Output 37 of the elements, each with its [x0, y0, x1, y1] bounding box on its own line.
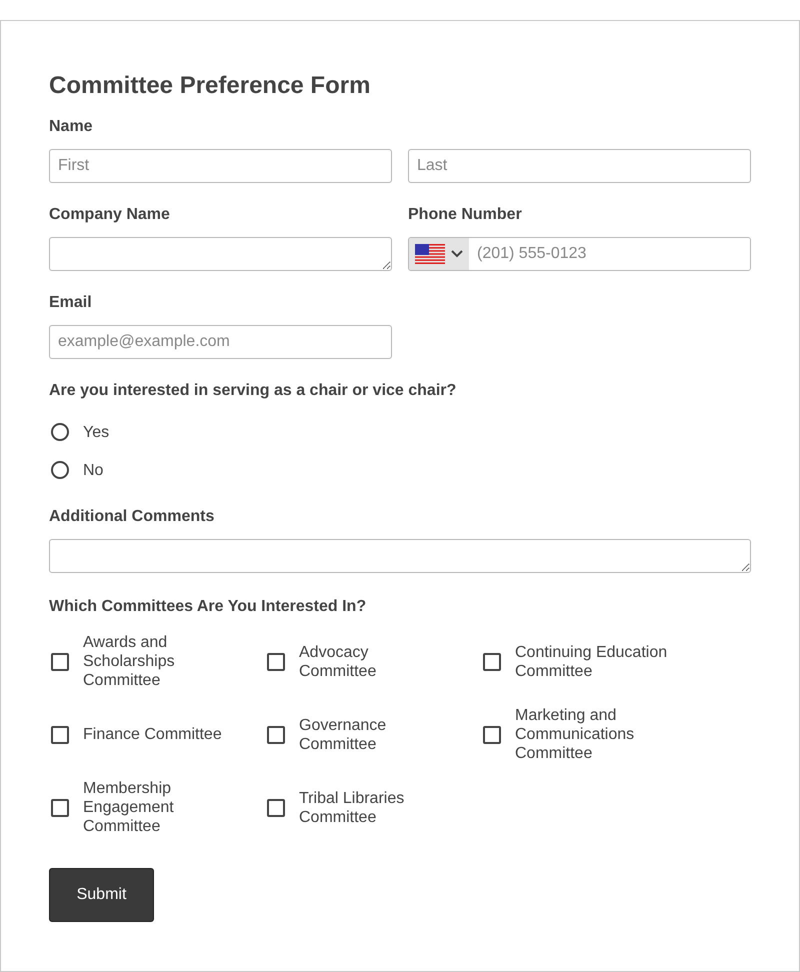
- field-label: Company Name: [49, 205, 171, 225]
- checkbox[interactable]: [483, 652, 501, 670]
- field-label: Name: [49, 117, 94, 137]
- checkbox-label: Awards and Scholarships Committee: [83, 633, 176, 690]
- field-label: Email: [49, 293, 93, 313]
- first-name-field[interactable]: First: [49, 149, 392, 183]
- checkbox-label: Continuing Education Committee: [515, 642, 668, 680]
- checkbox-label: Membership Engagement Committee: [83, 779, 175, 836]
- checkbox[interactable]: [51, 798, 69, 816]
- company-field[interactable]: [49, 237, 392, 271]
- phone-field[interactable]: (201) 555-0123: [408, 237, 751, 271]
- checkbox-label: Advocacy Committee: [299, 642, 378, 680]
- checkbox[interactable]: [51, 652, 69, 670]
- email-field[interactable]: example@example.com: [49, 325, 392, 359]
- chevron-down-icon[interactable]: [451, 250, 463, 258]
- checkbox-label: Tribal Libraries Committee: [299, 788, 406, 826]
- checkbox[interactable]: [267, 652, 285, 670]
- last-name-field[interactable]: Last: [408, 149, 751, 183]
- checkbox-label: Governance Committee: [299, 716, 388, 754]
- question-label: Are you interested in serving as a chair or vice chair?: [49, 381, 458, 401]
- checkbox[interactable]: [51, 726, 69, 744]
- checkbox[interactable]: [483, 726, 501, 744]
- form-title: Committee Preference Form: [49, 71, 372, 101]
- radio-label: No: [83, 460, 104, 480]
- checkbox[interactable]: [267, 798, 285, 816]
- submit-button[interactable]: Submit: [49, 868, 154, 922]
- comments-field[interactable]: [49, 539, 751, 573]
- radio-label: Yes: [83, 422, 110, 442]
- question-label: Which Committees Are You Interested In?: [49, 597, 368, 617]
- checkbox-label: Finance Committee: [83, 725, 222, 744]
- radio-button[interactable]: [51, 423, 69, 441]
- flag-icon[interactable]: [415, 244, 445, 264]
- checkbox-label: Marketing and Communications Committee: [515, 706, 636, 763]
- field-label: Phone Number: [408, 205, 523, 225]
- checkbox[interactable]: [267, 726, 285, 744]
- radio-button[interactable]: [51, 461, 69, 479]
- field-label: Additional Comments: [49, 507, 216, 527]
